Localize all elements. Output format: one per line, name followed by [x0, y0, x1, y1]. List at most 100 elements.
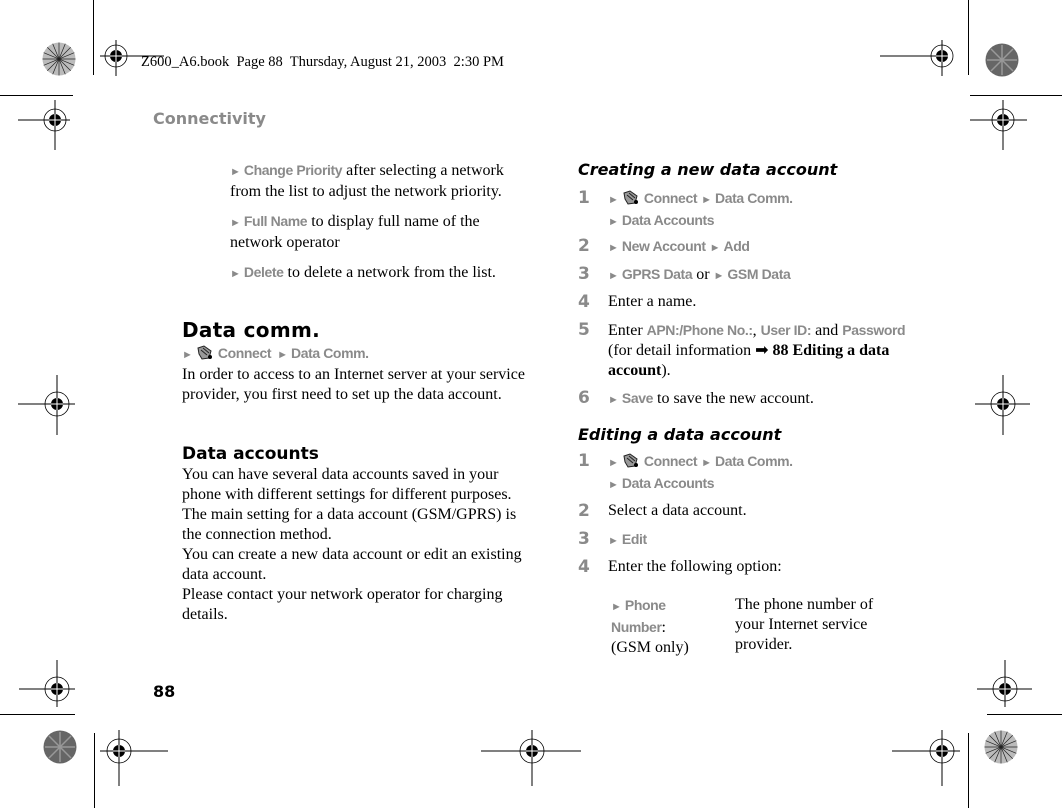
menu-item-connect[interactable]: Connect	[644, 190, 698, 206]
menu-arrow-icon: ►	[701, 194, 712, 206]
menu-arrow-icon: ►	[608, 194, 619, 206]
data-accounts-para2: You can create a new data account or edi…	[182, 546, 522, 583]
gray-disk-icon	[985, 43, 1019, 77]
option-description: The phone number of your Internet servic…	[735, 596, 874, 653]
left-column: ► Change Priority after selecting a netwo…	[230, 160, 530, 284]
creating-step-1: 1 ► Connect ► Data Comm. ► Data Accounts	[578, 188, 928, 232]
registration-mark-icon	[892, 730, 960, 786]
menu-item-data-comm[interactable]: Data Comm.	[291, 345, 369, 361]
menu-arrow-icon: ►	[611, 601, 622, 613]
data-comm-heading: Data comm.	[182, 318, 320, 342]
data-comm-path: ► Connect ► Data Comm.	[182, 343, 527, 365]
registration-mark-icon	[977, 660, 1032, 707]
creating-section: Creating a new data account 1 ► Connect ►…	[578, 158, 928, 408]
menu-item-new-account[interactable]: New Account	[622, 238, 706, 254]
crop-mark	[93, 0, 94, 75]
connect-icon	[197, 345, 212, 360]
menu-item-phone-number-cont[interactable]: Number	[611, 619, 662, 635]
separator-text: ,	[752, 322, 761, 339]
editing-step-2: 2 Select a data account.	[578, 501, 928, 521]
reference-arrow-icon: ➡	[755, 342, 769, 359]
step-number: 3	[578, 264, 590, 284]
registration-mark-icon	[481, 730, 581, 786]
crop-mark	[970, 95, 1062, 96]
field-password[interactable]: Password	[842, 322, 905, 338]
menu-arrow-icon: ►	[608, 457, 619, 469]
editing-step-3: 3 ► Edit	[578, 529, 928, 551]
menu-arrow-icon: ►	[230, 166, 241, 178]
label-colon: :	[661, 619, 666, 636]
creating-heading: Creating a new data account	[578, 160, 838, 179]
crop-mark	[0, 714, 75, 715]
option-delete: ► Delete to delete a network from the lis…	[230, 262, 530, 284]
crop-mark	[987, 714, 1062, 715]
menu-arrow-icon: ►	[608, 242, 619, 254]
menu-item-phone-number[interactable]: Phone	[625, 597, 666, 613]
starburst-disk-icon	[42, 42, 76, 76]
data-accounts-heading: Data accounts	[182, 444, 319, 464]
step-text: Enter a name.	[608, 293, 697, 310]
gray-disk-icon	[43, 730, 77, 764]
editing-step-1: 1 ► Connect ► Data Comm. ► Data Accounts	[578, 451, 928, 495]
registration-mark-icon	[100, 730, 168, 786]
step-number: 4	[578, 292, 590, 312]
data-accounts-para1: You can have several data accounts saved…	[182, 466, 517, 543]
data-comm-body: In order to access to an Internet server…	[182, 366, 525, 403]
step-number: 5	[578, 320, 590, 340]
creating-step-3: 3 ► GPRS Data or ► GSM Data	[578, 264, 928, 286]
creating-step-2: 2 ► New Account ► Add	[578, 236, 928, 258]
editing-section: Editing a data account 1 ► Connect ► Data …	[578, 423, 928, 663]
menu-item-add[interactable]: Add	[724, 238, 750, 254]
crop-mark	[0, 95, 73, 96]
connect-icon	[623, 190, 638, 205]
step-text: Enter the following option:	[608, 558, 782, 575]
option-text: to delete a network from the list.	[283, 264, 496, 281]
registration-mark-icon	[18, 100, 70, 150]
menu-item-connect[interactable]: Connect	[218, 345, 272, 361]
step-number: 3	[578, 529, 590, 549]
creating-step-5: 5 Enter APN:/Phone No.:, User ID: and Pa…	[578, 320, 928, 381]
menu-item-data-accounts[interactable]: Data Accounts	[622, 212, 715, 228]
menu-item-data-comm[interactable]: Data Comm.	[715, 190, 793, 206]
menu-arrow-icon: ►	[608, 270, 619, 282]
field-user-id[interactable]: User ID:	[761, 322, 812, 338]
menu-item-edit[interactable]: Edit	[622, 531, 647, 547]
reference-suffix: ).	[661, 362, 671, 379]
crop-mark	[968, 733, 969, 808]
menu-arrow-icon: ►	[608, 394, 619, 406]
crop-mark	[968, 0, 969, 75]
step-number: 4	[578, 557, 590, 577]
step-text: to save the new account.	[653, 390, 814, 407]
menu-arrow-icon: ►	[230, 217, 241, 229]
menu-arrow-icon: ►	[608, 479, 619, 491]
step-text: Enter	[608, 322, 647, 339]
menu-item-delete[interactable]: Delete	[244, 264, 284, 280]
option-change-priority: ► Change Priority after selecting a netwo…	[230, 160, 530, 202]
section-title: Connectivity	[153, 109, 266, 128]
menu-item-change-priority[interactable]: Change Priority	[244, 162, 343, 178]
menu-item-full-name[interactable]: Full Name	[244, 213, 308, 229]
registration-mark-icon	[880, 40, 954, 76]
option-label: ► Phone Number: (GSM only)	[611, 595, 731, 658]
creating-step-4: 4 Enter a name.	[578, 292, 928, 312]
editing-step-4: 4 Enter the following option:	[578, 557, 928, 577]
menu-item-gsm-data[interactable]: GSM Data	[727, 266, 790, 282]
creating-step-6: 6 ► Save to save the new account.	[578, 388, 928, 410]
menu-item-save[interactable]: Save	[622, 390, 654, 406]
menu-item-gprs-data[interactable]: GPRS Data	[622, 266, 693, 282]
menu-arrow-icon: ►	[701, 457, 712, 469]
step-number: 2	[578, 236, 590, 256]
menu-item-data-comm[interactable]: Data Comm.	[715, 453, 793, 469]
option-full-name: ► Full Name to display full name of the n…	[230, 211, 530, 253]
data-comm-section: Data comm. ► Connect ► Data Comm. In order…	[182, 317, 527, 405]
data-accounts-section: Data accounts You can have several data …	[182, 443, 527, 625]
registration-mark-icon	[19, 660, 75, 707]
menu-item-data-accounts[interactable]: Data Accounts	[622, 475, 715, 491]
step-text: Select a data account.	[608, 502, 747, 519]
menu-arrow-icon: ►	[709, 242, 721, 254]
field-apn-phone[interactable]: APN:/Phone No.:	[647, 322, 753, 338]
menu-item-connect[interactable]: Connect	[644, 453, 698, 469]
crop-mark	[94, 733, 95, 808]
data-accounts-para3: Please contact your network operator for…	[182, 586, 503, 623]
and-text: and	[811, 322, 843, 339]
